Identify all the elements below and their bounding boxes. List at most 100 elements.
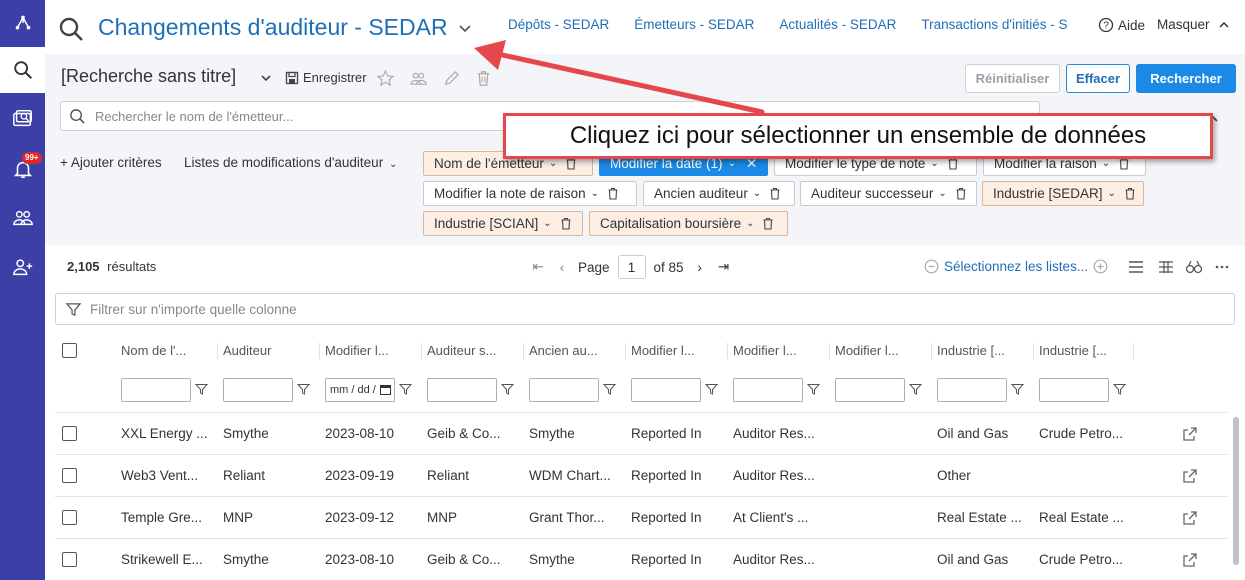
- header-change-note-type[interactable]: Modifier l...: [631, 333, 721, 367]
- row-checkbox[interactable]: [62, 497, 77, 538]
- link-issuers[interactable]: Émetteurs - SEDAR: [634, 17, 754, 32]
- nav-add-user-icon[interactable]: [0, 244, 45, 290]
- star-icon[interactable]: [376, 69, 395, 88]
- header-issuer[interactable]: Nom de l'...: [121, 333, 211, 367]
- table-row[interactable]: Temple Gre... MNP 2023-09-12 MNP Grant Thor.…: [55, 497, 1227, 539]
- trash-icon[interactable]: [762, 217, 774, 230]
- hide-button[interactable]: Masquer: [1157, 17, 1230, 32]
- first-page-icon[interactable]: ⇤: [530, 259, 546, 275]
- prev-page-icon[interactable]: ‹: [554, 259, 570, 275]
- link-filings[interactable]: Dépôts - SEDAR: [508, 17, 609, 32]
- table-row[interactable]: XXL Energy ... Smythe 2023-08-10 Geib & Co.…: [55, 413, 1227, 455]
- trash-icon[interactable]: [607, 187, 619, 200]
- columns-icon[interactable]: [1157, 258, 1175, 276]
- dataset-chevron-down-icon[interactable]: [457, 20, 473, 36]
- binoculars-icon[interactable]: [1185, 258, 1203, 276]
- trash-icon[interactable]: [560, 217, 572, 230]
- header-change-reason[interactable]: Modifier l...: [733, 333, 823, 367]
- nav-logo-icon[interactable]: [0, 0, 45, 46]
- chip-change-reason-note[interactable]: Modifier la note de raison ⌄: [423, 181, 637, 206]
- row-checkbox[interactable]: [62, 539, 77, 580]
- filter-issuer[interactable]: [121, 367, 208, 412]
- chip-industry-sedar[interactable]: Industrie [SEDAR] ⌄: [982, 181, 1144, 206]
- header-former-auditor[interactable]: Ancien au...: [529, 333, 619, 367]
- funnel-icon[interactable]: [807, 383, 820, 396]
- table-cell: XXL Energy ...: [121, 426, 208, 441]
- funnel-icon[interactable]: [399, 383, 412, 396]
- reset-button[interactable]: Réinitialiser: [965, 64, 1060, 93]
- filter-successor-auditor[interactable]: [427, 367, 514, 412]
- plus-circle-icon[interactable]: [1093, 259, 1108, 274]
- filter-industry-naics[interactable]: [1039, 367, 1126, 412]
- chip-industry-naics[interactable]: Industrie [SCIAN] ⌄: [423, 211, 583, 236]
- open-external-icon[interactable]: [1182, 539, 1198, 580]
- dataset-title[interactable]: Changements d'auditeur - SEDAR: [98, 14, 448, 41]
- link-insider[interactable]: Transactions d'initiés - S: [921, 17, 1067, 32]
- search-button[interactable]: Rechercher: [1136, 64, 1236, 93]
- filter-former-auditor[interactable]: [529, 367, 616, 412]
- header-industry-naics[interactable]: Industrie [...: [1039, 333, 1129, 367]
- chip-former-auditor[interactable]: Ancien auditeur ⌄: [643, 181, 795, 206]
- filter-change-reason-note[interactable]: [835, 367, 922, 412]
- open-external-icon[interactable]: [1182, 497, 1198, 538]
- table-row[interactable]: Web3 Vent... Reliant 2023-09-19 Reliant WDM …: [55, 455, 1227, 497]
- search-name-chevron-icon[interactable]: [259, 71, 273, 85]
- funnel-icon[interactable]: [1113, 383, 1126, 396]
- column-filter-placeholder: Filtrer sur n'importe quelle colonne: [90, 302, 297, 317]
- search-name[interactable]: [Recherche sans titre]: [61, 66, 236, 87]
- funnel-icon[interactable]: [501, 383, 514, 396]
- trash-icon[interactable]: [1124, 187, 1136, 200]
- list-view-icon[interactable]: [1127, 258, 1145, 276]
- funnel-icon[interactable]: [705, 383, 718, 396]
- funnel-icon[interactable]: [603, 383, 616, 396]
- table-row[interactable]: Strikewell E... Smythe 2023-08-10 Geib & Co…: [55, 539, 1227, 580]
- table-cell: [835, 455, 931, 496]
- save-button[interactable]: Enregistrer: [285, 70, 367, 85]
- clear-button[interactable]: Effacer: [1066, 64, 1130, 93]
- more-icon[interactable]: [1213, 258, 1231, 276]
- funnel-icon[interactable]: [1011, 383, 1024, 396]
- pencil-icon[interactable]: [442, 69, 461, 88]
- select-lists[interactable]: Sélectionnez les listes...: [924, 259, 1108, 274]
- nav-search-icon[interactable]: [0, 47, 45, 93]
- trash-icon[interactable]: [474, 69, 493, 88]
- trash-icon[interactable]: [955, 187, 967, 200]
- funnel-icon[interactable]: [297, 383, 310, 396]
- filter-change-date[interactable]: mm / dd /: [325, 367, 412, 412]
- header-industry-sedar[interactable]: Industrie [...: [937, 333, 1027, 367]
- last-page-icon[interactable]: ⇥: [716, 259, 732, 275]
- grid-scrollbar[interactable]: [1233, 417, 1239, 565]
- share-users-icon[interactable]: [409, 69, 428, 88]
- next-page-icon[interactable]: ›: [692, 259, 708, 275]
- funnel-icon[interactable]: [195, 383, 208, 396]
- funnel-icon[interactable]: [909, 383, 922, 396]
- filter-industry-sedar[interactable]: [937, 367, 1024, 412]
- open-external-icon[interactable]: [1182, 455, 1198, 496]
- chip-label: Capitalisation boursière: [600, 216, 742, 231]
- filter-change-note-type[interactable]: [631, 367, 718, 412]
- row-checkbox[interactable]: [62, 455, 77, 496]
- header-change-reason-note[interactable]: Modifier l...: [835, 333, 925, 367]
- header-change-date[interactable]: Modifier l...: [325, 333, 415, 367]
- filter-change-reason[interactable]: [733, 367, 820, 412]
- nav-bell-icon[interactable]: 99+: [0, 146, 45, 192]
- trash-icon[interactable]: [769, 187, 781, 200]
- header-search-icon[interactable]: [57, 15, 85, 43]
- filter-auditor[interactable]: [223, 367, 310, 412]
- select-all-checkbox[interactable]: [62, 333, 77, 367]
- nav-folder-search-icon[interactable]: [0, 96, 45, 142]
- header-successor-auditor[interactable]: Auditeur s...: [427, 333, 517, 367]
- calendar-icon[interactable]: [379, 384, 391, 395]
- row-checkbox[interactable]: [62, 413, 77, 454]
- column-filter-input[interactable]: Filtrer sur n'importe quelle colonne: [55, 293, 1235, 325]
- page-input[interactable]: 1: [617, 255, 646, 279]
- chip-successor-auditor[interactable]: Auditeur successeur ⌄: [800, 181, 977, 206]
- open-external-icon[interactable]: [1182, 413, 1198, 454]
- nav-users-icon[interactable]: [0, 195, 45, 241]
- link-news[interactable]: Actualités - SEDAR: [779, 17, 896, 32]
- chip-market-cap[interactable]: Capitalisation boursière ⌄: [589, 211, 788, 236]
- lists-dropdown[interactable]: Listes de modifications d'auditeur ⌄: [184, 155, 397, 170]
- help-button[interactable]: ? Aide: [1098, 17, 1145, 33]
- header-auditor[interactable]: Auditeur: [223, 333, 313, 367]
- add-criteria-button[interactable]: + Ajouter critères: [60, 155, 162, 170]
